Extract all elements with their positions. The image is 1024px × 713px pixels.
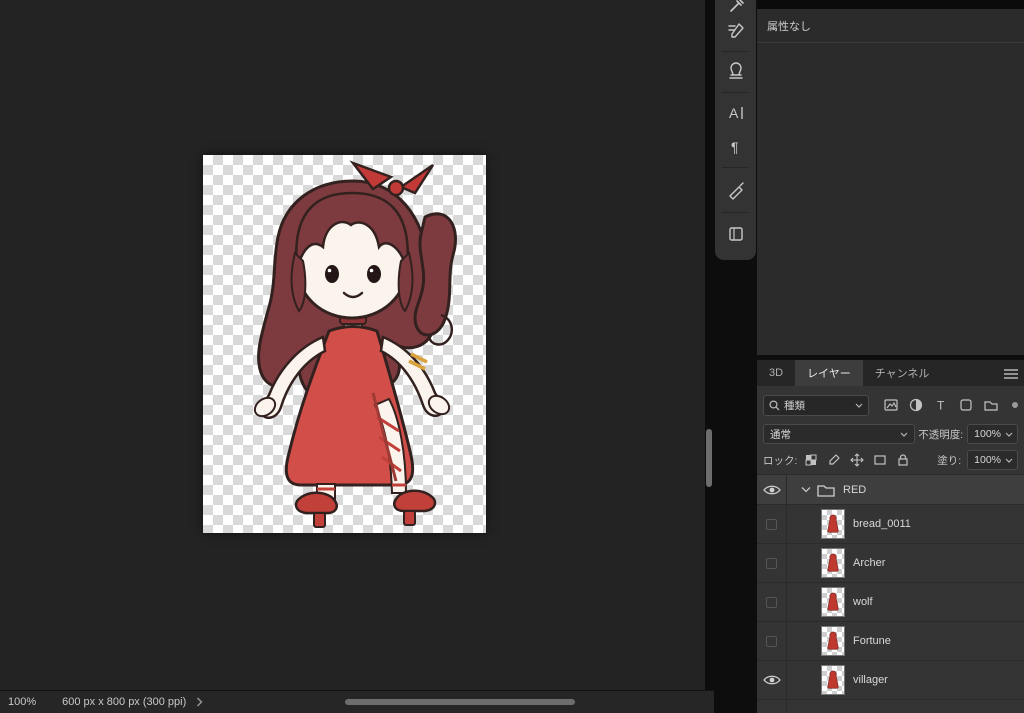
properties-empty-label: 属性なし (757, 9, 1024, 43)
status-chevron-icon[interactable] (196, 697, 203, 707)
photoshop-window: A ¶ 属性なし 3D レイヤー チャンネル 種類 (0, 0, 1024, 713)
layer-thumbnail[interactable] (821, 587, 845, 617)
svg-text:¶: ¶ (731, 139, 739, 155)
brush-settings-tool-icon[interactable] (715, 14, 756, 48)
fill-label: 塗り: (937, 453, 961, 468)
panel-gap (705, 0, 714, 713)
svg-text:A: A (729, 105, 739, 121)
fill-value: 100% (974, 454, 1001, 466)
opacity-value: 100% (974, 428, 1001, 440)
properties-panel: 属性なし (757, 0, 1024, 355)
lock-label: ロック: (763, 453, 797, 468)
folder-icon (817, 483, 835, 497)
paragraph-tool-icon[interactable]: ¶ (715, 130, 756, 164)
clone-stamp-tool-icon[interactable] (715, 55, 756, 89)
layers-panel: 3D レイヤー チャンネル 種類 T 通常 (757, 360, 1024, 713)
layer-row-villager[interactable]: villager (757, 661, 1024, 700)
layer-thumbnail[interactable] (821, 509, 845, 539)
zoom-level[interactable]: 100% (8, 696, 36, 708)
layer-row-wolf[interactable]: wolf (757, 583, 1024, 622)
fill-value-box[interactable]: 100% (967, 450, 1018, 470)
search-icon (769, 400, 780, 411)
document-info: 600 px x 800 px (300 ppi) (62, 696, 186, 708)
lock-position-icon[interactable] (849, 452, 865, 468)
chevron-down-icon (900, 432, 908, 437)
document-canvas[interactable] (203, 155, 486, 533)
eyedropper-tool-icon[interactable] (715, 0, 756, 14)
layer-filter-search[interactable]: 種類 (763, 395, 869, 416)
filter-toggle-dot[interactable] (1012, 402, 1018, 408)
filter-type-label: 種類 (784, 398, 851, 413)
visibility-toggle[interactable] (757, 505, 787, 543)
chevron-down-icon (1005, 458, 1013, 463)
layer-name: bread_0011 (853, 518, 911, 530)
pixel-filter-icon[interactable] (883, 397, 899, 413)
tab-3d[interactable]: 3D (757, 360, 795, 386)
layer-name: Archer (853, 557, 885, 569)
lock-artboard-icon[interactable] (872, 452, 888, 468)
properties-panel-header (757, 0, 1024, 9)
visibility-eye-icon[interactable] (757, 475, 787, 504)
blend-mode-value: 通常 (770, 427, 894, 442)
adjustment-filter-icon[interactable] (908, 397, 924, 413)
canvas-area[interactable] (0, 0, 705, 690)
layer-name: RED (843, 484, 866, 496)
artboard-tool-icon[interactable] (715, 216, 756, 252)
canvas-horizontal-scrollbar[interactable] (345, 699, 575, 705)
svg-text:T: T (937, 399, 945, 413)
layer-list: RED bread_0011 Archer (757, 474, 1024, 713)
layer-row-archer[interactable]: Archer (757, 544, 1024, 583)
visibility-eye-icon[interactable] (757, 700, 787, 713)
lock-transparency-icon[interactable] (803, 452, 819, 468)
lock-pixels-icon[interactable] (826, 452, 842, 468)
panel-menu-icon[interactable] (1004, 367, 1018, 385)
layer-thumbnail[interactable] (821, 665, 845, 695)
layer-row-character-group[interactable]: character (757, 700, 1024, 713)
smart-object-filter-icon[interactable] (983, 397, 999, 413)
opacity-label: 不透明度: (918, 427, 963, 442)
tools-panel: A ¶ (715, 0, 756, 260)
layer-row-red-group[interactable]: RED (757, 475, 1024, 505)
lock-all-icon[interactable] (895, 452, 911, 468)
type-filter-icon[interactable]: T (933, 397, 949, 413)
visibility-toggle[interactable] (757, 583, 787, 621)
layer-row-fortune[interactable]: Fortune (757, 622, 1024, 661)
layer-name: wolf (853, 596, 873, 608)
tab-layers[interactable]: レイヤー (795, 360, 863, 386)
tab-channels[interactable]: チャンネル (863, 360, 942, 386)
visibility-toggle[interactable] (757, 622, 787, 660)
chevron-down-icon[interactable] (799, 486, 813, 493)
layer-thumbnail[interactable] (821, 548, 845, 578)
layer-name: Fortune (853, 635, 891, 647)
chevron-down-icon (1005, 432, 1013, 437)
visibility-toggle[interactable] (757, 544, 787, 582)
chevron-down-icon (855, 403, 863, 408)
layer-name: villager (853, 674, 888, 686)
type-tool-icon[interactable]: A (715, 96, 756, 130)
opacity-value-box[interactable]: 100% (967, 424, 1018, 444)
slice-tool-icon[interactable] (715, 171, 756, 209)
canvas-vertical-scrollbar[interactable] (706, 429, 712, 487)
layer-row-bread[interactable]: bread_0011 (757, 505, 1024, 544)
blend-mode-dropdown[interactable]: 通常 (763, 424, 915, 444)
layer-thumbnail[interactable] (821, 626, 845, 656)
status-bar: 100% 600 px x 800 px (300 ppi) (0, 690, 714, 713)
artwork-girl (203, 155, 486, 533)
layers-tabbar: 3D レイヤー チャンネル (757, 360, 1024, 386)
shape-filter-icon[interactable] (958, 397, 974, 413)
visibility-eye-icon[interactable] (757, 661, 787, 699)
